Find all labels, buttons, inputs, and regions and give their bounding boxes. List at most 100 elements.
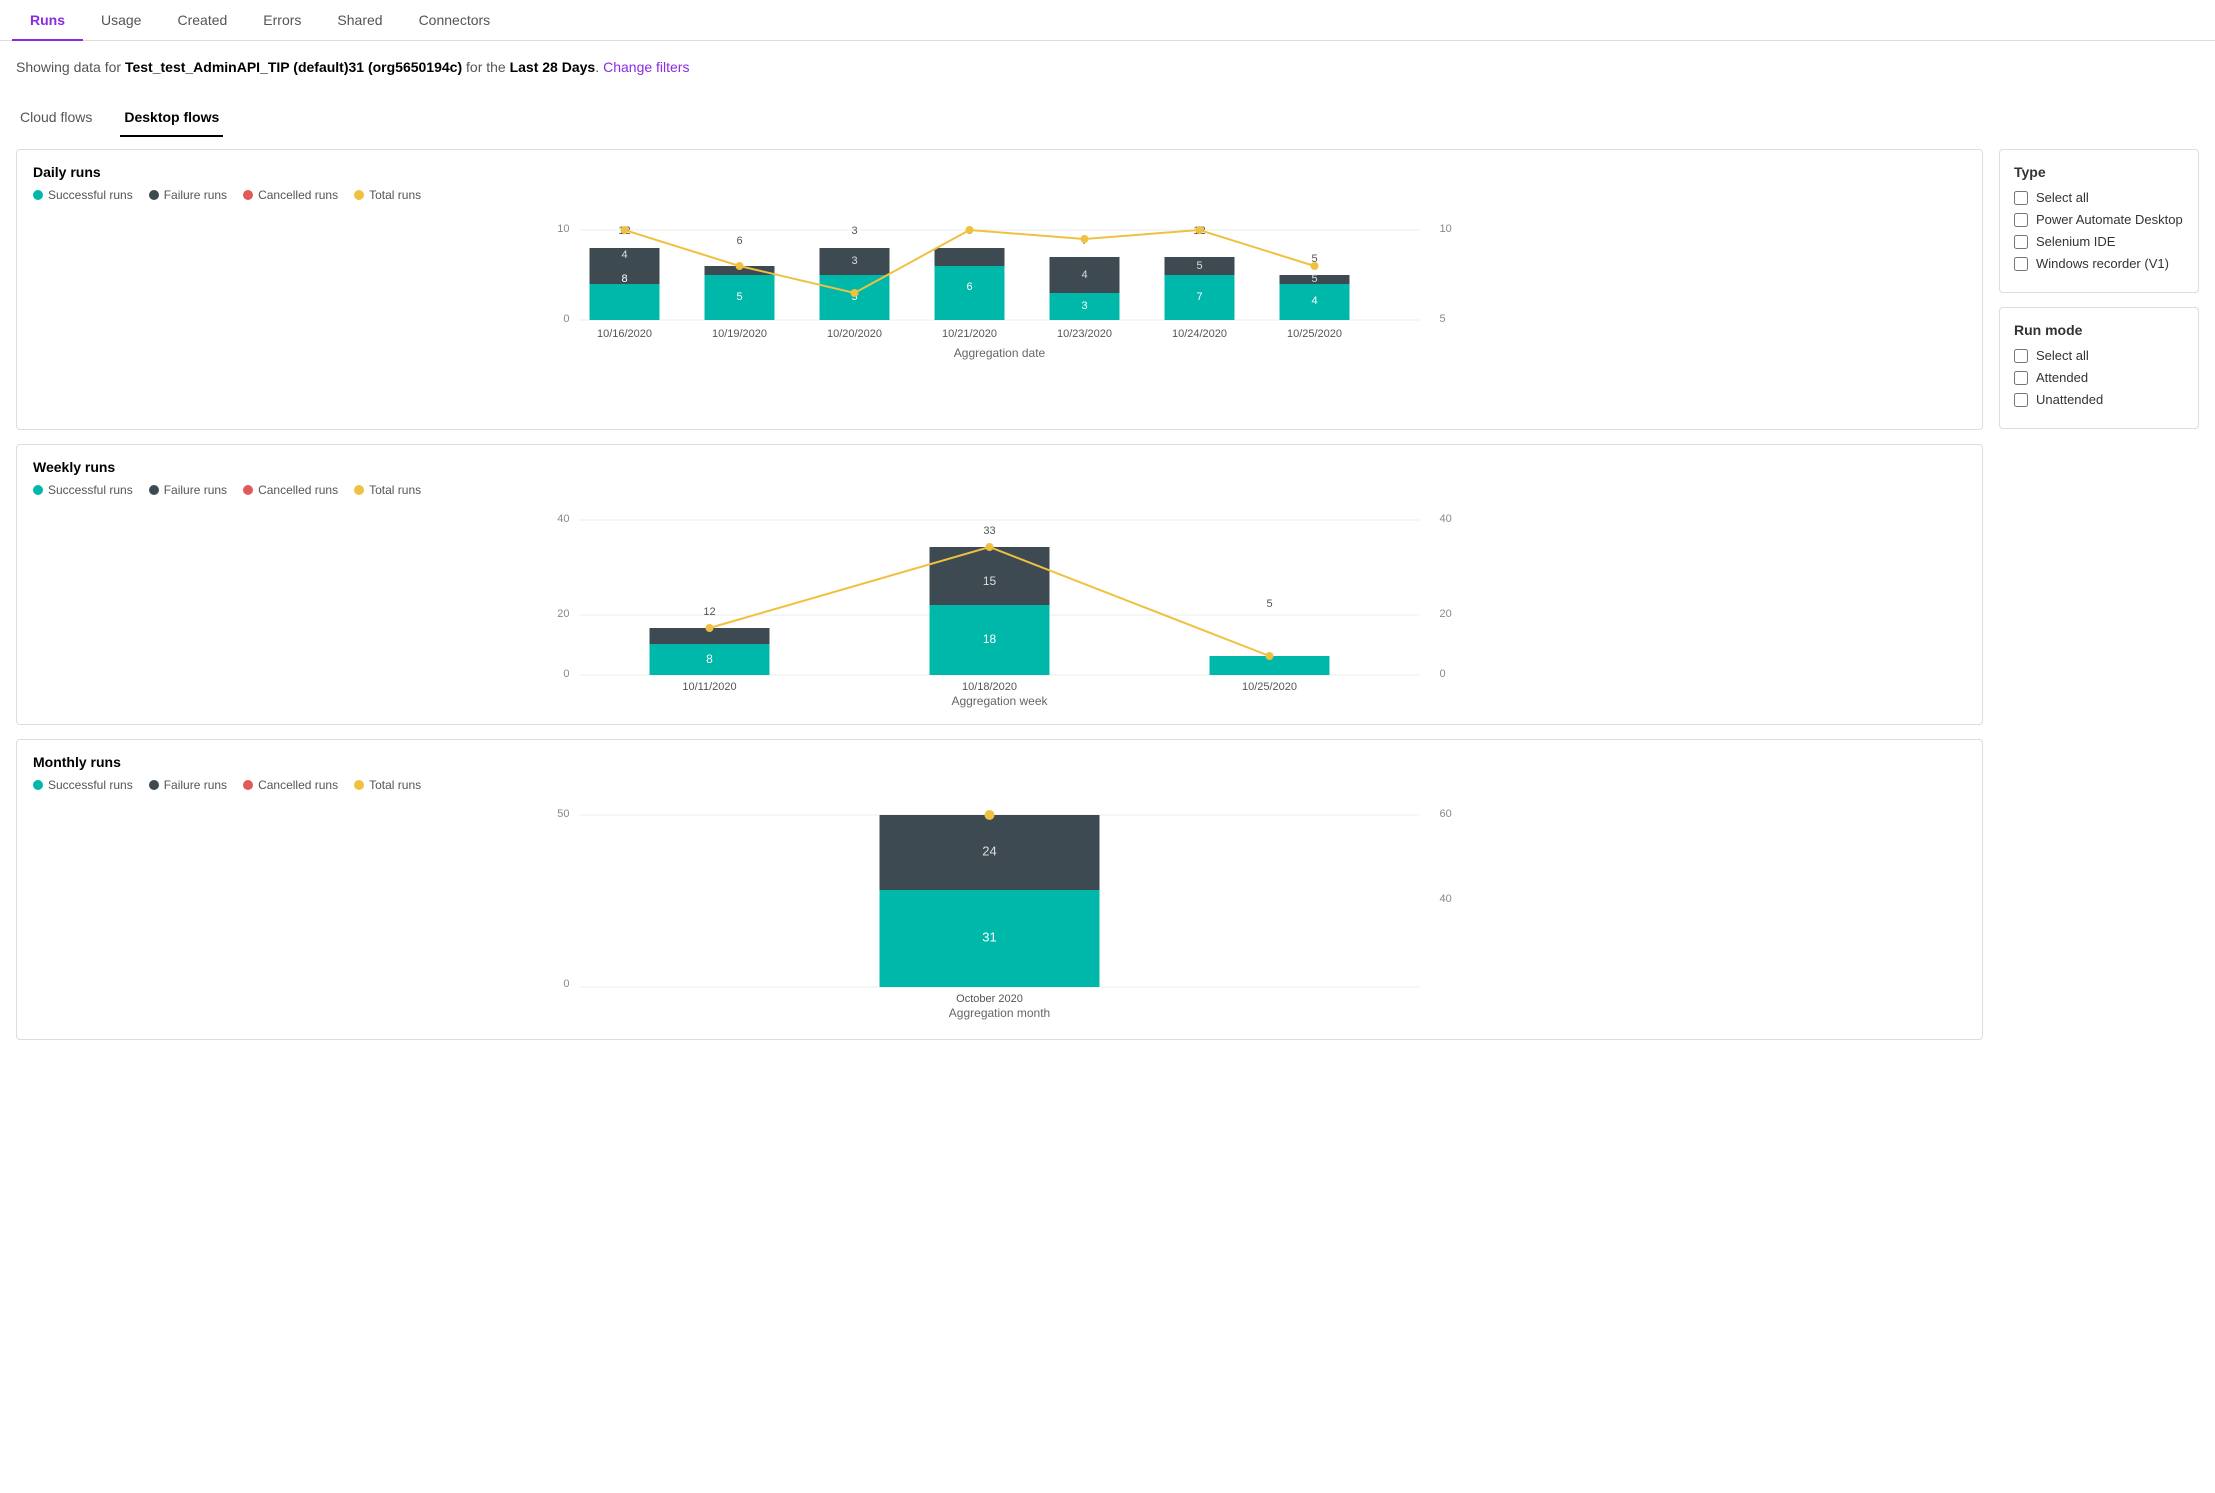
svg-text:10: 10 — [1440, 223, 1452, 235]
monthly-runs-legend: Successful runs Failure runs Cancelled r… — [33, 778, 1966, 792]
type-selenium-ide-checkbox[interactable] — [2014, 235, 2028, 249]
daily-runs-legend: Successful runs Failure runs Cancelled r… — [33, 188, 1966, 202]
svg-text:6: 6 — [966, 281, 972, 293]
daily-runs-title: Daily runs — [33, 164, 1966, 180]
svg-text:60: 60 — [1440, 808, 1452, 820]
type-windows-recorder-label: Windows recorder (V1) — [2036, 256, 2169, 271]
type-selenium-ide-item[interactable]: Selenium IDE — [2014, 234, 2184, 249]
legend-total-runs: Total runs — [354, 188, 421, 202]
legend-monthly-successful: Successful runs — [33, 778, 133, 792]
type-power-automate-desktop-item[interactable]: Power Automate Desktop — [2014, 212, 2184, 227]
svg-text:10/20/2020: 10/20/2020 — [827, 328, 882, 340]
daily-runs-card: Daily runs Successful runs Failure runs … — [16, 149, 1983, 430]
runmode-unattended-item[interactable]: Unattended — [2014, 392, 2184, 407]
svg-text:10/11/2020: 10/11/2020 — [682, 681, 736, 693]
runmode-unattended-label: Unattended — [2036, 392, 2103, 407]
svg-text:18: 18 — [983, 632, 997, 646]
svg-text:31: 31 — [982, 929, 996, 944]
runmode-select-all-checkbox[interactable] — [2014, 349, 2028, 363]
svg-text:5: 5 — [736, 291, 742, 303]
runmode-attended-checkbox[interactable] — [2014, 371, 2028, 385]
legend-cancelled-runs: Cancelled runs — [243, 188, 338, 202]
svg-text:10/25/2020: 10/25/2020 — [1242, 681, 1297, 693]
info-suffix: . — [595, 59, 599, 75]
tab-errors[interactable]: Errors — [245, 0, 319, 40]
svg-text:0: 0 — [1440, 668, 1446, 680]
svg-text:0: 0 — [563, 978, 569, 990]
subtab-cloud-flows[interactable]: Cloud flows — [16, 101, 96, 137]
subtab-desktop-flows[interactable]: Desktop flows — [120, 101, 223, 137]
svg-text:20: 20 — [557, 608, 569, 620]
info-environment: Test_test_AdminAPI_TIP (default)31 (org5… — [125, 59, 462, 75]
type-power-automate-desktop-checkbox[interactable] — [2014, 213, 2028, 227]
svg-text:20: 20 — [1440, 608, 1452, 620]
runmode-select-all-label: Select all — [2036, 348, 2089, 363]
type-selenium-ide-label: Selenium IDE — [2036, 234, 2115, 249]
weekly-runs-chart: 40 20 0 40 20 0 — [33, 507, 1966, 710]
svg-text:Aggregation month: Aggregation month — [949, 1006, 1050, 1020]
svg-text:Aggregation date: Aggregation date — [954, 346, 1046, 360]
info-period: Last 28 Days — [510, 59, 596, 75]
tab-connectors[interactable]: Connectors — [401, 0, 509, 40]
monthly-runs-chart: 50 0 60 40 31 — [33, 802, 1966, 1025]
svg-text:12: 12 — [703, 606, 715, 618]
svg-text:5: 5 — [1196, 260, 1202, 272]
svg-text:7: 7 — [1196, 291, 1202, 303]
svg-text:8: 8 — [706, 652, 713, 666]
type-windows-recorder-checkbox[interactable] — [2014, 257, 2028, 271]
change-filters-link[interactable]: Change filters — [603, 59, 689, 75]
svg-text:5: 5 — [1440, 313, 1446, 325]
type-power-automate-desktop-label: Power Automate Desktop — [2036, 212, 2183, 227]
type-filter-title: Type — [2014, 164, 2184, 180]
info-prefix: Showing data for — [16, 59, 125, 75]
legend-weekly-failure: Failure runs — [149, 483, 227, 497]
legend-weekly-total: Total runs — [354, 483, 421, 497]
legend-successful-runs: Successful runs — [33, 188, 133, 202]
daily-runs-chart: 10 0 10 5 — [33, 212, 1966, 415]
charts-column: Daily runs Successful runs Failure runs … — [16, 149, 1983, 1040]
svg-text:33: 33 — [983, 525, 995, 537]
runmode-unattended-checkbox[interactable] — [2014, 393, 2028, 407]
type-select-all-checkbox[interactable] — [2014, 191, 2028, 205]
svg-text:5: 5 — [1311, 273, 1317, 285]
legend-weekly-successful: Successful runs — [33, 483, 133, 497]
type-select-all-item[interactable]: Select all — [2014, 190, 2184, 205]
svg-text:Aggregation week: Aggregation week — [951, 694, 1048, 708]
legend-monthly-failure: Failure runs — [149, 778, 227, 792]
svg-text:10: 10 — [557, 223, 569, 235]
runmode-attended-label: Attended — [2036, 370, 2088, 385]
weekly-runs-title: Weekly runs — [33, 459, 1966, 475]
weekly-runs-legend: Successful runs Failure runs Cancelled r… — [33, 483, 1966, 497]
runmode-attended-item[interactable]: Attended — [2014, 370, 2184, 385]
legend-monthly-cancelled: Cancelled runs — [243, 778, 338, 792]
svg-text:4: 4 — [1081, 269, 1087, 281]
svg-text:5: 5 — [1266, 598, 1272, 610]
tab-usage[interactable]: Usage — [83, 0, 159, 40]
legend-monthly-total: Total runs — [354, 778, 421, 792]
svg-text:40: 40 — [1440, 893, 1452, 905]
nav-tabs: Runs Usage Created Errors Shared Connect… — [0, 0, 2215, 41]
weekly-runs-card: Weekly runs Successful runs Failure runs… — [16, 444, 1983, 725]
type-windows-recorder-item[interactable]: Windows recorder (V1) — [2014, 256, 2184, 271]
runmode-select-all-item[interactable]: Select all — [2014, 348, 2184, 363]
svg-text:4: 4 — [1311, 295, 1317, 307]
runmode-filter-card: Run mode Select all Attended Unattended — [1999, 307, 2199, 429]
svg-text:8: 8 — [621, 273, 627, 285]
main-layout: Daily runs Successful runs Failure runs … — [0, 137, 2215, 1052]
monthly-runs-card: Monthly runs Successful runs Failure run… — [16, 739, 1983, 1040]
svg-text:10/16/2020: 10/16/2020 — [597, 328, 652, 340]
tab-shared[interactable]: Shared — [319, 0, 400, 40]
svg-text:50: 50 — [557, 808, 569, 820]
svg-text:0: 0 — [563, 668, 569, 680]
legend-weekly-cancelled: Cancelled runs — [243, 483, 338, 497]
svg-text:4: 4 — [621, 249, 627, 261]
svg-text:3: 3 — [851, 255, 857, 267]
svg-text:October 2020: October 2020 — [956, 993, 1023, 1005]
type-select-all-label: Select all — [2036, 190, 2089, 205]
tab-created[interactable]: Created — [159, 0, 245, 40]
tab-runs[interactable]: Runs — [12, 0, 83, 40]
runmode-filter-title: Run mode — [2014, 322, 2184, 338]
svg-text:10/25/2020: 10/25/2020 — [1287, 328, 1342, 340]
svg-text:10/24/2020: 10/24/2020 — [1172, 328, 1227, 340]
type-filter-card: Type Select all Power Automate Desktop S… — [1999, 149, 2199, 293]
